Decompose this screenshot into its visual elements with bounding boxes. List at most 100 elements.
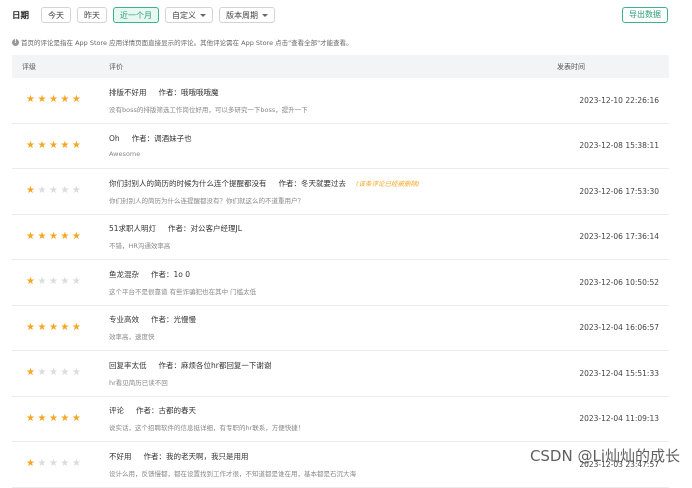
review-header: 你们封别人的简历的时候为什么连个提醒都没有 作者：冬天就要过去 (该条评论已经被删除… bbox=[109, 178, 557, 189]
star-icon: ★ bbox=[71, 230, 81, 242]
star-rating: ★ ★ ★ ★ ★ bbox=[12, 186, 109, 196]
filter-last-month-button[interactable]: 近一个月 bbox=[113, 6, 160, 23]
review-author: 作者：麻烦各位hr都回复一下谢谢 bbox=[159, 361, 272, 370]
star-icon: ★ bbox=[60, 230, 70, 242]
review-author: 作者：1o 0 bbox=[151, 270, 190, 279]
info-tip: ! 首页的评论是指在 App Store 应用详情页面直接显示的评论。其他评论需… bbox=[12, 37, 353, 47]
review-title: 专业高效 bbox=[109, 315, 139, 325]
star-icon: ★ bbox=[37, 321, 47, 333]
review-body: 说实话，这个招聘软件的信息挺详细，有专职的hr联系，方便快捷！ bbox=[109, 424, 305, 433]
review-content: 鱼龙混杂 作者：1o 0 这个平台不是很靠谱 有些诈骗犯也在其中 门槛太低 bbox=[109, 269, 557, 296]
author-prefix: 作者： bbox=[158, 360, 182, 370]
review-header: 鱼龙混杂 作者：1o 0 bbox=[109, 269, 557, 280]
review-body: 效率高，速度快 bbox=[109, 333, 155, 342]
review-title: 你们封别人的简历的时候为什么连个提醒都没有 bbox=[109, 178, 267, 188]
star-icon: ★ bbox=[48, 367, 58, 379]
star-rating: ★ ★ ★ ★ ★ bbox=[12, 412, 109, 424]
star-icon: ★ bbox=[71, 367, 81, 379]
filter-version-label: 版本周期 bbox=[226, 10, 259, 20]
review-title: Oh bbox=[109, 134, 120, 144]
filter-custom-dropdown[interactable]: 自定义 bbox=[165, 6, 214, 23]
star-icon: ★ bbox=[48, 321, 58, 333]
star-icon: ★ bbox=[37, 230, 47, 242]
star-icon: ★ bbox=[26, 321, 35, 333]
review-time: 2023-12-06 17:36:14 bbox=[579, 232, 659, 242]
star-icon: ★ bbox=[60, 367, 70, 379]
star-icon: ★ bbox=[60, 139, 70, 151]
author-prefix: 作者： bbox=[151, 269, 174, 279]
star-icon: ★ bbox=[26, 367, 35, 379]
review-author: 作者：哦哦哦哦魔 bbox=[159, 88, 219, 97]
star-icon: ★ bbox=[48, 185, 58, 197]
star-icon: ★ bbox=[48, 412, 58, 424]
author-name: 冬天就要过去 bbox=[301, 178, 346, 188]
review-author: 作者：古都的春天 bbox=[136, 406, 196, 415]
date-filter-label: 日期 bbox=[12, 10, 30, 21]
review-content: 评论 作者：古都的春天说实话，这个招聘软件的信息挺详细，有专职的hr联系，方便快捷… bbox=[109, 405, 557, 432]
export-data-button[interactable]: 导出数据 bbox=[622, 7, 668, 23]
author-name: 对公客户经理JL bbox=[190, 224, 242, 234]
table-row: ★ ★ ★ ★ ★ 51求职人明灯 作者：对公客户经理JL 不错，HR沟通效率高 2023-12… bbox=[12, 215, 669, 260]
star-icon: ★ bbox=[71, 139, 81, 151]
review-body: Awesome bbox=[109, 150, 141, 159]
author-name: 光慢慢 bbox=[173, 315, 197, 325]
review-title: 回复率太低 bbox=[109, 360, 147, 370]
review-header: 不好用 作者：我的老天啊，我只是用用 bbox=[109, 451, 557, 462]
table-row: ★ ★ ★ ★ ★ 排版不好用 作者：哦哦哦哦魔 没有boss的排版筛选工作岗位好用，可以多研… bbox=[12, 78, 669, 124]
star-rating: ★ ★ ★ ★ ★ bbox=[12, 321, 109, 333]
star-icon: ★ bbox=[48, 458, 58, 470]
table-row: ★ ★ ★ ★ ★ 专业高效 作者：光慢慢 效率高，速度快 2023-12-04 16:06:5… bbox=[12, 306, 669, 351]
star-icon: ★ bbox=[37, 412, 47, 424]
author-name: 调酒妹子也 bbox=[154, 134, 192, 144]
star-icon: ★ bbox=[26, 230, 35, 242]
date-filter-bar: 日期 今天 昨天 近一个月 自定义 版本周期 bbox=[12, 6, 281, 23]
table-row: ★ ★ ★ ★ ★ 回复率太低 作者：麻烦各位hr都回复一下谢谢 hr看见简历已读不回 2023… bbox=[12, 351, 669, 397]
deleted-note: (该条评论已经被删除) bbox=[356, 179, 420, 188]
filter-yesterday-button[interactable]: 昨天 bbox=[77, 6, 108, 23]
review-header: 排版不好用 作者：哦哦哦哦魔 bbox=[109, 87, 557, 98]
review-content: 不好用 作者：我的老天啊，我只是用用 设计么用，反馈慢都，都在设置找到工作才很，不知… bbox=[109, 451, 557, 478]
star-icon: ★ bbox=[26, 458, 35, 470]
review-content: Oh 作者：调酒妹子也 Awesome bbox=[109, 133, 557, 158]
table-row: ★ ★ ★ ★ ★ 鱼龙混杂 作者：1o 0 这个平台不是很靠谱 有些诈骗犯也在其中 门槛太低… bbox=[12, 260, 669, 306]
review-author: 作者：我的老天啊，我只是用用 bbox=[144, 452, 249, 461]
chevron-down-icon bbox=[262, 13, 269, 17]
filter-version-dropdown[interactable]: 版本周期 bbox=[219, 6, 276, 23]
author-prefix: 作者： bbox=[143, 451, 167, 461]
review-title: 鱼龙混杂 bbox=[109, 269, 139, 279]
star-icon: ★ bbox=[71, 458, 81, 470]
chevron-down-icon bbox=[200, 13, 207, 17]
star-icon: ★ bbox=[60, 321, 70, 333]
review-time: 2023-12-06 10:50:52 bbox=[579, 277, 659, 287]
star-icon: ★ bbox=[71, 185, 81, 197]
review-content: 排版不好用 作者：哦哦哦哦魔没有boss的排版筛选工作岗位好用，可以多研究一下bo… bbox=[109, 87, 557, 114]
star-icon: ★ bbox=[26, 139, 35, 151]
author-name: 哦哦哦哦魔 bbox=[181, 87, 219, 97]
review-header: 评论 作者：古都的春天 bbox=[109, 405, 557, 416]
review-body: 你们封别人的简历为什么连提醒都没有？你们就这么的不道重用户？ bbox=[109, 196, 304, 205]
review-title: 评论 bbox=[109, 406, 124, 416]
review-time: 2023-12-10 22:26:16 bbox=[579, 95, 659, 105]
reviews-table: 评级 评价 发表时间 ★ ★ ★ ★ ★ 排版不好用 作者：哦哦哦哦魔 没有boss的排版筛选… bbox=[12, 55, 669, 488]
review-title: 排版不好用 bbox=[109, 87, 147, 97]
star-icon: ★ bbox=[26, 185, 35, 197]
star-icon: ★ bbox=[26, 94, 35, 106]
info-icon: ! bbox=[12, 38, 19, 46]
star-rating: ★ ★ ★ ★ ★ bbox=[12, 459, 109, 469]
review-time: 2023-12-04 11:09:13 bbox=[579, 414, 659, 424]
info-tip-text: 首页的评论是指在 App Store 应用详情页面直接显示的评论。其他评论需在 … bbox=[21, 39, 353, 47]
star-icon: ★ bbox=[60, 458, 70, 470]
review-time: 2023-12-08 15:38:11 bbox=[579, 141, 659, 151]
author-name: 古都的春天 bbox=[158, 406, 197, 416]
table-header: 评级 评价 发表时间 bbox=[12, 55, 669, 78]
star-icon: ★ bbox=[37, 139, 47, 151]
review-body: 没有boss的排版筛选工作岗位好用，可以多研究一下boss，提升一下 bbox=[109, 105, 308, 114]
author-prefix: 作者： bbox=[151, 315, 174, 325]
star-icon: ★ bbox=[26, 412, 35, 424]
filter-today-button[interactable]: 今天 bbox=[41, 6, 72, 23]
review-header: Oh 作者：调酒妹子也 bbox=[109, 133, 557, 144]
star-icon: ★ bbox=[48, 276, 58, 288]
review-time: 2023-12-04 15:51:33 bbox=[579, 368, 659, 378]
review-title: 51求职人明灯 bbox=[109, 224, 157, 234]
table-row: ★ ★ ★ ★ ★ 你们封别人的简历的时候为什么连个提醒都没有 作者：冬天就要过去 (该条评论… bbox=[12, 169, 669, 215]
